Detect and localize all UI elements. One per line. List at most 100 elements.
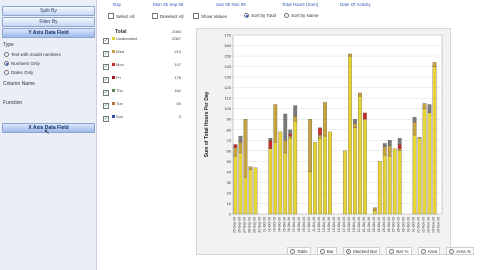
x-tick-label: 06-Oct-06: [287, 217, 291, 232]
legend-item-checkbox[interactable]: [103, 77, 109, 83]
filter-by-button[interactable]: Filter By: [2, 17, 95, 27]
split-by-button[interactable]: Split By: [2, 6, 95, 16]
y-axis-label: Sum of Total Hours Per Day: [204, 91, 210, 157]
legend-item[interactable]: Unallocated 2087: [103, 36, 181, 48]
chart-type-radio[interactable]: [290, 248, 295, 254]
legend-item-checkbox[interactable]: [103, 51, 109, 57]
sort-by-name-control[interactable]: Sort by Name: [284, 13, 319, 18]
x-tick-label: 26-Sep-06: [237, 217, 241, 233]
x-tick-label: 23-Oct-06: [372, 217, 376, 232]
chart-type-radio[interactable]: [389, 248, 395, 254]
chart-type-radio[interactable]: [345, 248, 351, 254]
y-tick-label: 170: [224, 33, 231, 38]
legend-item[interactable]: Tue 69: [103, 101, 181, 113]
show-values-control[interactable]: Show Values: [193, 13, 227, 19]
bar-segment: [323, 102, 327, 137]
x-tick-label: 05-Oct-06: [282, 217, 286, 232]
legend-item-checkbox[interactable]: [103, 64, 109, 70]
x-tick-label: 21-Oct-06: [362, 217, 366, 232]
select-all-checkbox[interactable]: [108, 13, 114, 19]
radio-numbers-only[interactable]: Numbers Only: [4, 61, 40, 66]
legend-item-checkbox[interactable]: [103, 90, 109, 96]
legend-item-value: 210: [174, 49, 181, 54]
chart-type-option[interactable]: Area: [417, 247, 441, 255]
legend-item[interactable]: Thu 162: [103, 88, 181, 100]
legend-item-name: Sun: [116, 114, 124, 119]
bar-segment: [417, 136, 422, 139]
legend-item-checkbox[interactable]: [103, 103, 109, 109]
sort-by-total-radio[interactable]: [244, 13, 249, 18]
x-tick-label: 27-Sep-06: [242, 217, 246, 233]
legend-item-checkbox[interactable]: [103, 116, 109, 122]
x-tick-label: 15-Oct-06: [332, 217, 336, 232]
stacked-bar-chart: 0 10 20 30 40 50 60 70 80 90 100 110 120 130 140 150 160…: [204, 33, 443, 233]
bar-segment: [362, 119, 367, 215]
type-label: Type: [3, 42, 14, 48]
chart-type-option[interactable]: Table: [287, 247, 311, 255]
legend-item-value: 69: [176, 101, 181, 106]
select-all-control[interactable]: Select All: [108, 13, 135, 19]
legend-item[interactable]: Wed 210: [103, 49, 181, 61]
mouse-cursor-icon: ↖: [44, 129, 50, 136]
radio-circle[interactable]: [4, 70, 9, 75]
legend-item-name: Fri: [116, 75, 121, 80]
radio-dates-only[interactable]: Dates Only: [4, 70, 33, 75]
sort-by-total-control[interactable]: Sort by Total: [244, 13, 276, 18]
y-tick-label: 130: [224, 75, 231, 80]
chart-panel: 0 10 20 30 40 50 60 70 80 90 100 110 120 130 140 150 160…: [196, 28, 451, 255]
chart-type-label: Bar %: [396, 248, 409, 254]
bar-segment: [293, 121, 298, 215]
radio-label: Text with model numbers: [11, 52, 61, 57]
left-panel: Split By Filter By Y Axis Data Field Typ…: [0, 0, 97, 270]
bar-segment: [343, 150, 347, 215]
chart-type-radio[interactable]: [319, 248, 325, 254]
chart-type-radio[interactable]: [420, 248, 426, 254]
legend-title: Total: [115, 29, 127, 35]
bar-segment: [233, 144, 238, 148]
chart-type-radio[interactable]: [449, 248, 455, 254]
deselect-all-checkbox[interactable]: [152, 13, 158, 19]
x-tick-label: 30-Oct-06: [407, 217, 411, 232]
deselect-all-label: Deselect All: [160, 13, 184, 19]
bar-segment: [323, 135, 327, 215]
x-tick-label: 02-Nov-06: [422, 217, 426, 233]
chart-type-option[interactable]: Bar %: [386, 247, 412, 255]
deselect-all-control[interactable]: Deselect All: [152, 13, 184, 19]
bar-segment: [243, 119, 248, 178]
x-tick-label: 10-Oct-06: [307, 217, 311, 232]
bar-segment: [233, 155, 238, 215]
bar-segment: [288, 135, 293, 139]
bar-segment: [283, 140, 288, 154]
y-axis-data-field-button[interactable]: Y Axis Data Field: [2, 28, 95, 38]
bar-segment: [238, 135, 243, 143]
x-tick-label: 01-Nov-06: [417, 217, 421, 233]
x-tick-label: 03-Oct-06: [272, 217, 276, 232]
radio-circle[interactable]: [4, 52, 9, 57]
x-tick-label: 02-Oct-06: [267, 217, 271, 232]
header-day: Day: [113, 2, 122, 7]
bar-segment: [353, 127, 357, 215]
header-start-date: Mon 25 Sep 06: [153, 2, 184, 7]
legend-item[interactable]: Sun 0: [103, 114, 181, 126]
legend-item[interactable]: Fri 176: [103, 75, 181, 87]
x-tick-label: 07-Oct-06: [292, 217, 296, 232]
legend-item[interactable]: Mon 147: [103, 62, 181, 74]
y-tick-label: 40: [227, 169, 232, 174]
show-values-checkbox[interactable]: [193, 13, 199, 19]
sort-by-name-label: Sort by Name: [291, 13, 319, 18]
sort-by-name-radio[interactable]: [284, 13, 289, 18]
chart-type-option[interactable]: Stacked Bar: [342, 247, 381, 255]
x-tick-label: 18-Oct-06: [347, 217, 351, 232]
bar-segment: [273, 104, 278, 143]
chart-type-option[interactable]: Area %: [446, 247, 474, 255]
radio-circle[interactable]: [4, 61, 9, 66]
bar-segment: [318, 127, 322, 136]
bar-segment: [293, 115, 298, 122]
y-tick-label: 50: [227, 159, 232, 164]
radio-text-model-numbers[interactable]: Text with model numbers: [4, 52, 61, 57]
legend-item-checkbox[interactable]: [103, 38, 109, 44]
legend-item-value: 176: [174, 75, 181, 80]
chart-type-option[interactable]: Bar: [316, 247, 337, 255]
bar-segment: [377, 161, 382, 215]
bar-segment: [387, 140, 392, 146]
